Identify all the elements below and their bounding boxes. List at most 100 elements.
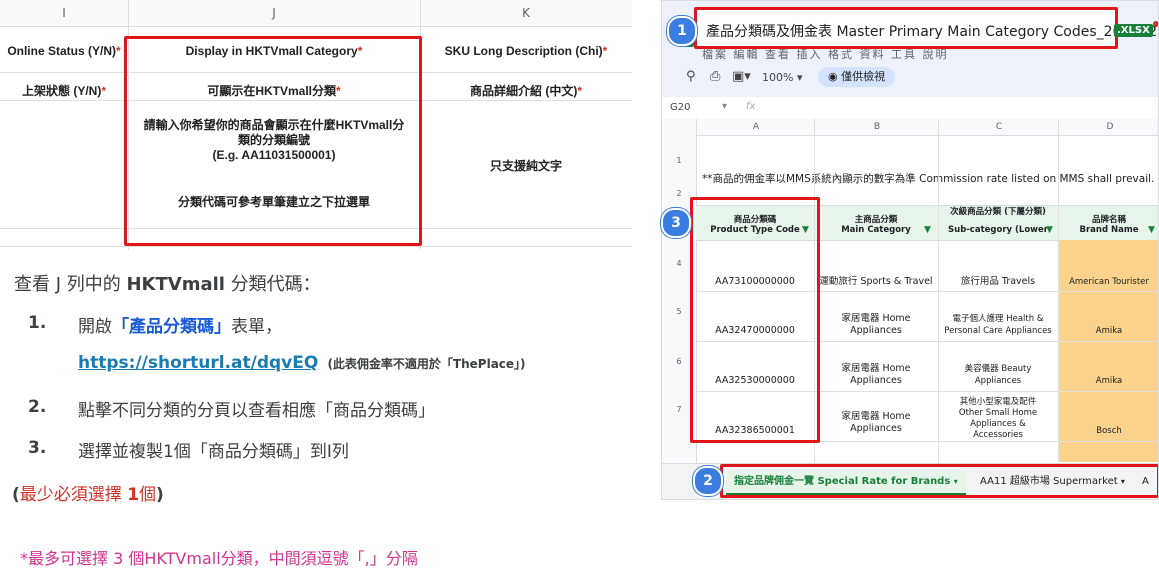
step-number: 1. — [28, 313, 47, 333]
brand-cell[interactable]: Amika — [1058, 325, 1158, 337]
tab-supermarket[interactable]: AA11 超級市場 Supermarket ▾ — [976, 471, 1129, 493]
sub-category-cell[interactable]: 電子個人護理 Health & Personal Care Appliances — [938, 313, 1058, 337]
print-icon[interactable]: ⎙ — [710, 69, 720, 84]
header-en: Brand Name — [1079, 225, 1139, 235]
cell-k3[interactable]: 只支援純文字 — [420, 157, 632, 174]
sub-category-line: Personal Care Appliances — [944, 326, 1052, 336]
column-header-b[interactable]: B — [814, 119, 939, 135]
column-j-highlight — [124, 36, 422, 246]
main-category-cell[interactable]: 運動旅行 Sports & Travel — [814, 276, 938, 288]
link-note: (此表佣金率不適用於「ThePlace」) — [327, 357, 526, 371]
cell-i2[interactable]: 上架狀態 (Y/N)* — [0, 82, 128, 99]
search-icon[interactable]: ⚲ — [686, 69, 696, 84]
step-badge-3: 3 — [661, 208, 691, 238]
file-title[interactable]: 產品分類碼及佣金表 Master Primary Main Category C… — [706, 21, 1158, 41]
column-header-a[interactable]: A — [696, 119, 815, 135]
column-header-k[interactable]: K — [420, 0, 632, 26]
menu-insert[interactable]: 插入 — [797, 48, 823, 61]
cell-k2[interactable]: 商品詳細介紹 (中文)* — [420, 82, 632, 99]
intro-bold: HKTVmall — [126, 274, 225, 295]
link-row: https://shorturl.at/dqvEQ (此表佣金率不適用於「The… — [78, 353, 526, 373]
menu-edit[interactable]: 編輯 — [734, 48, 760, 61]
step-3-text: 選擇並複製1個「商品分類碼」到I列 — [78, 442, 349, 462]
menu-format[interactable]: 格式 — [828, 48, 854, 61]
header-zh: 次級商品分類 (下屬分類) — [950, 207, 1046, 217]
sheet-name-highlight: 「產品分類碼」 — [112, 317, 231, 337]
tab-label: 指定品牌佣金一覽 Special Rate for Brands — [734, 476, 951, 487]
chevron-down-icon: ▾ — [953, 477, 958, 486]
cell-i1[interactable]: Online Status (Y/N)* — [0, 44, 128, 58]
header-en: Sub-category (Lower — [948, 225, 1048, 235]
menu-data[interactable]: 資料 — [860, 48, 886, 61]
filter-icon[interactable]: ▼ — [1046, 225, 1053, 235]
menu-file[interactable]: 檔案 — [702, 48, 728, 61]
plain-text-note: 只支援純文字 — [489, 159, 562, 173]
filter-icon[interactable]: ▼ — [924, 225, 931, 235]
paint-format-icon[interactable]: ▣▾ — [732, 69, 751, 84]
zoom-select[interactable]: 100% ▾ — [762, 71, 802, 84]
step-1: 1. — [28, 313, 46, 333]
view-only-chip[interactable]: ◉ 僅供檢視 — [818, 67, 896, 87]
filter-icon[interactable]: ▼ — [1148, 225, 1155, 235]
menu-view[interactable]: 查看 — [765, 48, 791, 61]
tab-next[interactable]: A — [1142, 471, 1149, 493]
left-spreadsheet: I J K Online Status (Y/N)* Display in HK… — [0, 0, 632, 250]
product-code-column-highlight — [690, 197, 820, 443]
formula-bar — [662, 97, 1158, 120]
view-only-label: 僅供檢視 — [841, 70, 886, 83]
xlsx-badge: .XLSX — [1114, 24, 1153, 37]
step-2: 2. — [28, 397, 46, 417]
sub-category-cell[interactable]: 美容儀器 Beauty Appliances — [938, 363, 1058, 387]
column-header-bar: I J K — [0, 0, 632, 27]
paren: ( — [12, 485, 20, 505]
row-number[interactable]: 1 — [662, 156, 696, 165]
step-text: 開啟 — [78, 317, 112, 337]
min-unit: 個 — [139, 485, 157, 505]
eye-icon: ◉ — [828, 70, 838, 83]
column-header-d[interactable]: D — [1058, 119, 1158, 135]
main-category-cell[interactable]: 家居電器 Home Appliances — [814, 313, 938, 337]
min-number: 1 — [127, 485, 140, 505]
step-2-text: 點擊不同分類的分頁以查看相應「商品分類碼」 — [78, 401, 435, 421]
commission-notice[interactable]: **商品的佣金率以MMS系統內顯示的數字為準 Commission rate l… — [702, 171, 1154, 186]
maximum-selection-note: *最多可選擇 3 個HKTVmall分類，中間須逗號「,」分隔 — [20, 549, 418, 568]
header-main-category[interactable]: 主商品分類 Main Category — [814, 215, 938, 235]
step-3: 3. — [28, 438, 46, 458]
online-status-zh: 上架狀態 (Y/N) — [21, 84, 102, 98]
cell-k1[interactable]: SKU Long Description (Chi)* — [420, 44, 632, 58]
step-badge-1: 1 — [667, 16, 697, 46]
step-1-text: 開啟「產品分類碼」表單， — [78, 312, 282, 337]
required-asterisk: * — [577, 84, 582, 98]
brand-cell[interactable]: American Tourister — [1058, 276, 1158, 288]
required-asterisk: * — [116, 44, 121, 58]
step-badge-2: 2 — [693, 466, 723, 496]
grid-divider — [1058, 135, 1059, 465]
google-sheet-screenshot: 檔案 編輯 查看 插入 格式 資料 工具 說明 產品分類碼及佣金表 Master… — [661, 0, 1159, 500]
grid-divider — [0, 246, 632, 247]
category-sheet-link[interactable]: https://shorturl.at/dqvEQ — [78, 353, 318, 373]
menu-help[interactable]: 說明 — [923, 48, 949, 61]
sub-category-line: Appliances — [974, 376, 1022, 386]
main-category-cell[interactable]: 家居電器 Home Appliances — [814, 411, 938, 435]
column-header-j[interactable]: J — [128, 0, 421, 26]
column-header-i[interactable]: I — [0, 0, 129, 26]
step-text: 表單， — [231, 317, 282, 337]
sub-category-cell[interactable]: 其他小型家電及配件 Other Small Home Appliances & A… — [938, 397, 1058, 441]
menu-tools[interactable]: 工具 — [891, 48, 917, 61]
sub-category-line: Other Small Home Appliances & Accessorie… — [958, 408, 1038, 440]
fx-label: fx — [746, 101, 756, 112]
notification-dot — [1153, 21, 1158, 27]
tab-label: AA11 超級市場 Supermarket — [980, 476, 1118, 487]
brand-cell[interactable]: Amika — [1058, 375, 1158, 387]
tab-special-rate-brands[interactable]: 指定品牌佣金一覽 Special Rate for Brands ▾ — [726, 471, 966, 495]
header-sub-category[interactable]: 次級商品分類 (下屬分類) Sub-category (Lower — [938, 207, 1058, 235]
brand-cell[interactable]: Bosch — [1058, 425, 1158, 437]
sku-description-zh: 商品詳細介紹 (中文) — [470, 84, 578, 98]
name-box[interactable]: G20 — [670, 102, 690, 113]
main-category-cell[interactable]: 家居電器 Home Appliances — [814, 363, 938, 387]
required-asterisk: * — [101, 84, 106, 98]
sub-category-cell[interactable]: 旅行用品 Travels — [938, 276, 1058, 288]
header-brand-name[interactable]: 品牌名稱 Brand Name — [1058, 215, 1158, 235]
column-header-c[interactable]: C — [938, 119, 1059, 135]
header-zh: 品牌名稱 — [1091, 215, 1126, 225]
